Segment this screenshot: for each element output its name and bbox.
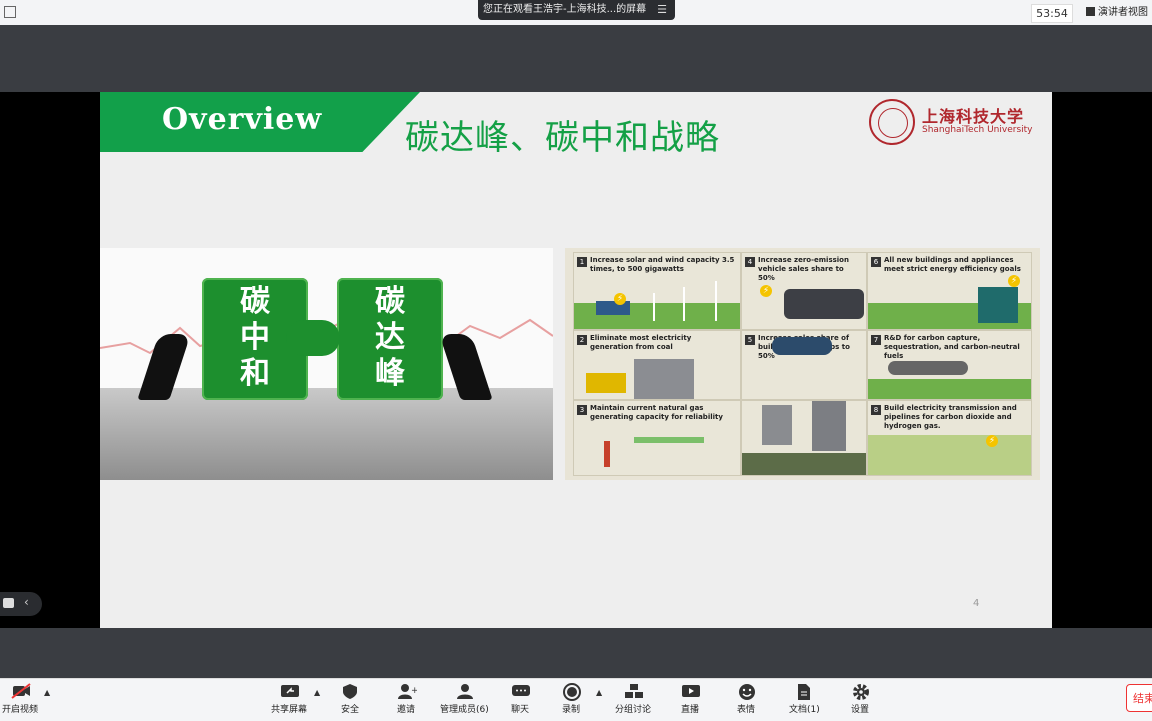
puzzle-image: 碳中和 碳达峰	[100, 248, 553, 480]
gear-icon	[851, 683, 869, 700]
live-label: 直播	[681, 705, 700, 715]
shield-icon	[341, 683, 359, 699]
document-icon	[795, 683, 813, 700]
documents-label: 文档(1)	[789, 705, 820, 715]
breakout-rooms-button[interactable]: 分组讨论	[615, 683, 651, 715]
menu-icon[interactable]: ☰	[657, 0, 667, 20]
university-seal	[869, 99, 915, 145]
puzzle-right-text: 碳达峰	[375, 284, 405, 391]
meeting-timer: 53:54	[1031, 4, 1073, 23]
university-name-en: ShanghaiTech University	[922, 125, 1033, 135]
manage-members-button[interactable]: 管理成员(6)	[440, 683, 489, 715]
end-meeting-button[interactable]: 结束	[1126, 684, 1152, 712]
presenter-view-icon	[1086, 7, 1095, 16]
start-video-label: 开启视频	[2, 705, 39, 715]
infographic-cell: 4 Increase zero-emission vehicle sales s…	[741, 252, 867, 330]
reactions-button[interactable]: 表情	[737, 683, 755, 715]
breakout-icon	[624, 683, 643, 699]
collapse-arrow-icon: ‹	[24, 595, 29, 609]
share-screen-label: 共享屏幕	[271, 705, 308, 715]
infographic-cell: 1 Increase solar and wind capacity 3.5 t…	[573, 252, 741, 330]
invite-label: 邀请	[397, 705, 416, 715]
puzzle-connector	[286, 320, 340, 356]
record-options-arrow-icon[interactable]: ▲	[596, 688, 602, 697]
invite-button[interactable]: + 邀请	[397, 683, 419, 715]
svg-text:+: +	[411, 686, 417, 696]
members-icon	[455, 683, 474, 699]
video-off-icon	[11, 683, 31, 699]
top-bar: 您正在观看王浩宇-上海科技...的屏幕 ☰ 53:54 演讲者视图	[0, 0, 1152, 25]
slide-page-number: 4	[973, 598, 980, 609]
video-background-top	[0, 25, 1152, 92]
infographic-cell: 3 Maintain current natural gas generatin…	[573, 400, 741, 476]
puzzle-left-text: 碳中和	[240, 284, 270, 391]
settings-label: 设置	[851, 705, 870, 715]
chat-bubble-icon	[3, 598, 14, 608]
record-icon	[562, 683, 581, 701]
security-button[interactable]: 安全	[341, 683, 359, 715]
infographic-cell: 6 All new buildings and appliances meet …	[867, 252, 1032, 330]
slide-title: 碳达峰、碳中和战略	[405, 118, 720, 158]
meeting-toolbar: 开启视频 ▲ 共享屏幕 ▲ 安全 + 邀请 管理成员(6) 聊天 录制 ▲ 分组…	[0, 678, 1152, 721]
university-name-cn: 上海科技大学	[922, 107, 1025, 126]
security-label: 安全	[341, 705, 360, 715]
infographic-image: 1 Increase solar and wind capacity 3.5 t…	[565, 248, 1040, 480]
settings-button[interactable]: 设置	[851, 683, 869, 715]
add-person-icon: +	[397, 683, 419, 699]
record-button[interactable]: 录制	[562, 683, 581, 715]
slide-header-label: Overview	[162, 102, 323, 137]
shared-slide: Overview 碳达峰、碳中和战略 上海科技大学 ShanghaiTech U…	[100, 92, 1052, 628]
record-label: 录制	[562, 705, 581, 715]
infographic-cell: 5 Increase sales share of building heat …	[741, 330, 867, 400]
chat-button[interactable]: 聊天	[511, 683, 530, 715]
presenter-view-label: 演讲者视图	[1098, 7, 1148, 18]
infographic-cell: 8 Build electricity transmission and pip…	[867, 400, 1032, 476]
start-video-button[interactable]: 开启视频	[2, 683, 38, 715]
live-icon	[681, 683, 700, 699]
reactions-label: 表情	[737, 705, 756, 715]
infographic-cell: 2 Eliminate most electricity generation …	[573, 330, 741, 400]
window-icon	[4, 6, 16, 18]
live-stream-button[interactable]: 直播	[681, 683, 700, 715]
share-screen-button[interactable]: 共享屏幕	[271, 683, 307, 715]
share-banner-text: 您正在观看王浩宇-上海科技...的屏幕	[483, 4, 647, 15]
share-options-arrow-icon[interactable]: ▲	[314, 688, 320, 697]
floor	[100, 388, 553, 480]
video-background-bottom	[0, 628, 1152, 678]
documents-button[interactable]: 文档(1)	[789, 683, 820, 715]
chat-label: 聊天	[511, 705, 530, 715]
share-banner[interactable]: 您正在观看王浩宇-上海科技...的屏幕 ☰	[478, 0, 675, 20]
infographic-cell	[741, 400, 867, 476]
infographic-cell: 7 R&D for carbon capture, sequestration,…	[867, 330, 1032, 400]
share-screen-icon	[280, 683, 299, 699]
smiley-icon	[737, 683, 755, 700]
breakout-label: 分组讨论	[615, 705, 652, 715]
video-options-arrow-icon[interactable]: ▲	[44, 688, 50, 697]
presenter-view-button[interactable]: 演讲者视图	[1086, 4, 1148, 21]
manage-members-label: 管理成员(6)	[440, 705, 489, 715]
chat-side-tab[interactable]: ‹	[0, 592, 42, 616]
chat-icon	[511, 683, 530, 699]
